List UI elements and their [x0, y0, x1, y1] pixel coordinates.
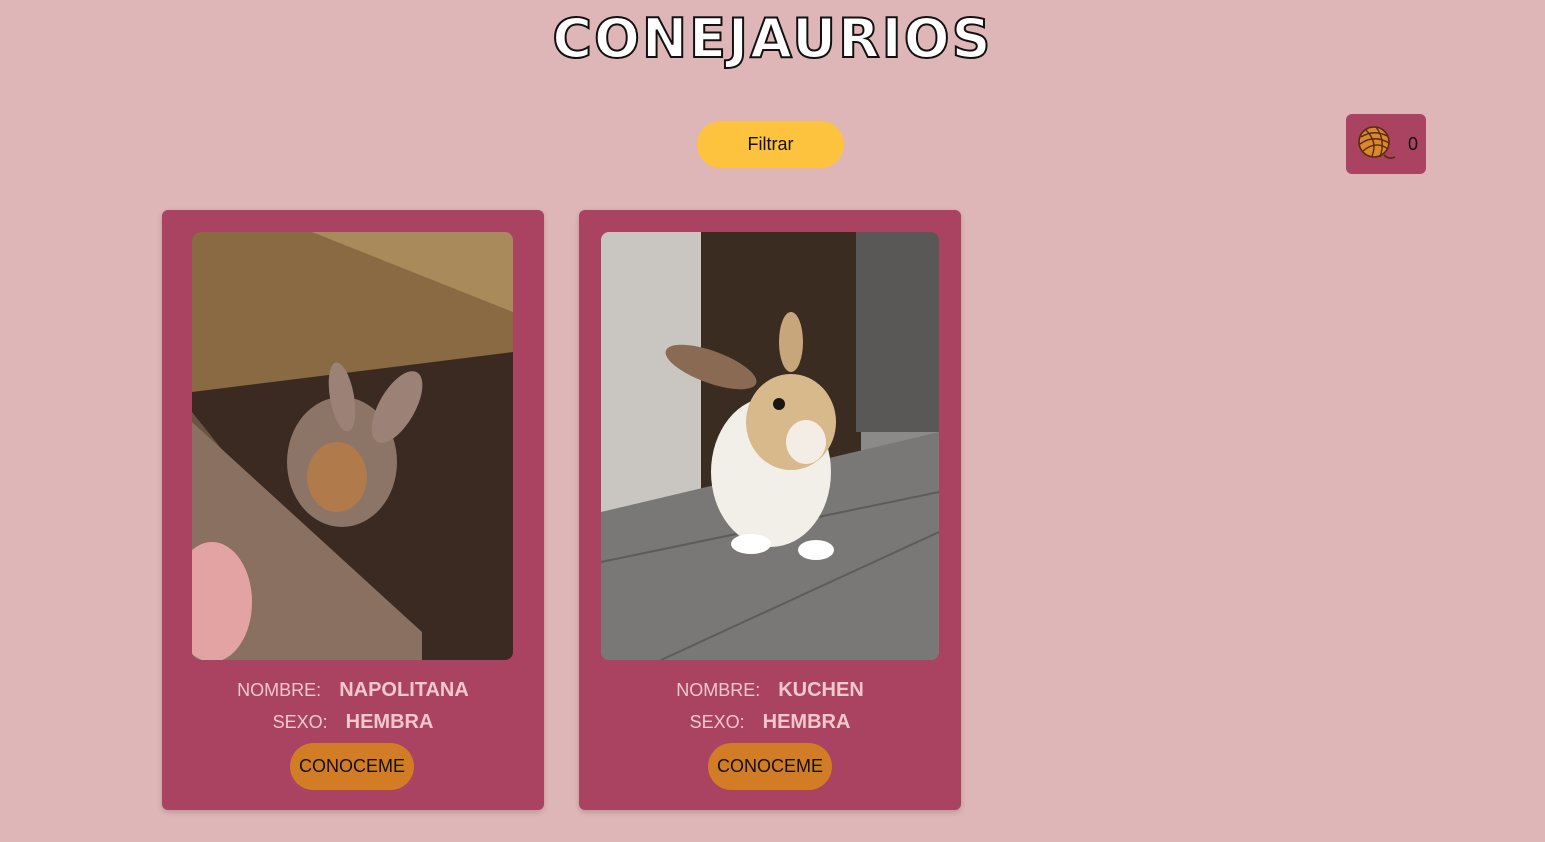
- rabbit-photo: [601, 232, 939, 660]
- meet-button[interactable]: CONOCEME: [290, 743, 414, 790]
- rabbit-photo: [192, 232, 513, 660]
- rabbit-sex: HEMBRA: [345, 711, 434, 733]
- page: CONEJAURIOS Filtrar 0 NOMBRE: NAPOLITANA…: [0, 0, 1545, 842]
- sex-row: SEXO: HEMBRA: [162, 711, 544, 734]
- site-title: CONEJAURIOS: [551, 6, 993, 71]
- sex-label: SEXO:: [689, 712, 745, 732]
- sex-row: SEXO: HEMBRA: [579, 711, 961, 734]
- yarn-ball-icon: [1358, 126, 1396, 159]
- rabbit-card: NOMBRE: KUCHEN SEXO: HEMBRA CONOCEME: [579, 210, 961, 810]
- filter-button[interactable]: Filtrar: [697, 121, 844, 168]
- rabbit-name: KUCHEN: [778, 679, 864, 701]
- rabbit-card: NOMBRE: NAPOLITANA SEXO: HEMBRA CONOCEME: [162, 210, 544, 810]
- sex-label: SEXO:: [272, 712, 328, 732]
- rabbit-name: NAPOLITANA: [339, 679, 469, 701]
- name-label: NOMBRE:: [676, 680, 761, 700]
- meet-button[interactable]: CONOCEME: [708, 743, 832, 790]
- cart-button[interactable]: 0: [1346, 114, 1426, 174]
- name-row: NOMBRE: KUCHEN: [579, 679, 961, 702]
- rabbit-sex: HEMBRA: [762, 711, 851, 733]
- name-row: NOMBRE: NAPOLITANA: [162, 679, 544, 702]
- name-label: NOMBRE:: [237, 680, 322, 700]
- cart-count: 0: [1408, 133, 1419, 154]
